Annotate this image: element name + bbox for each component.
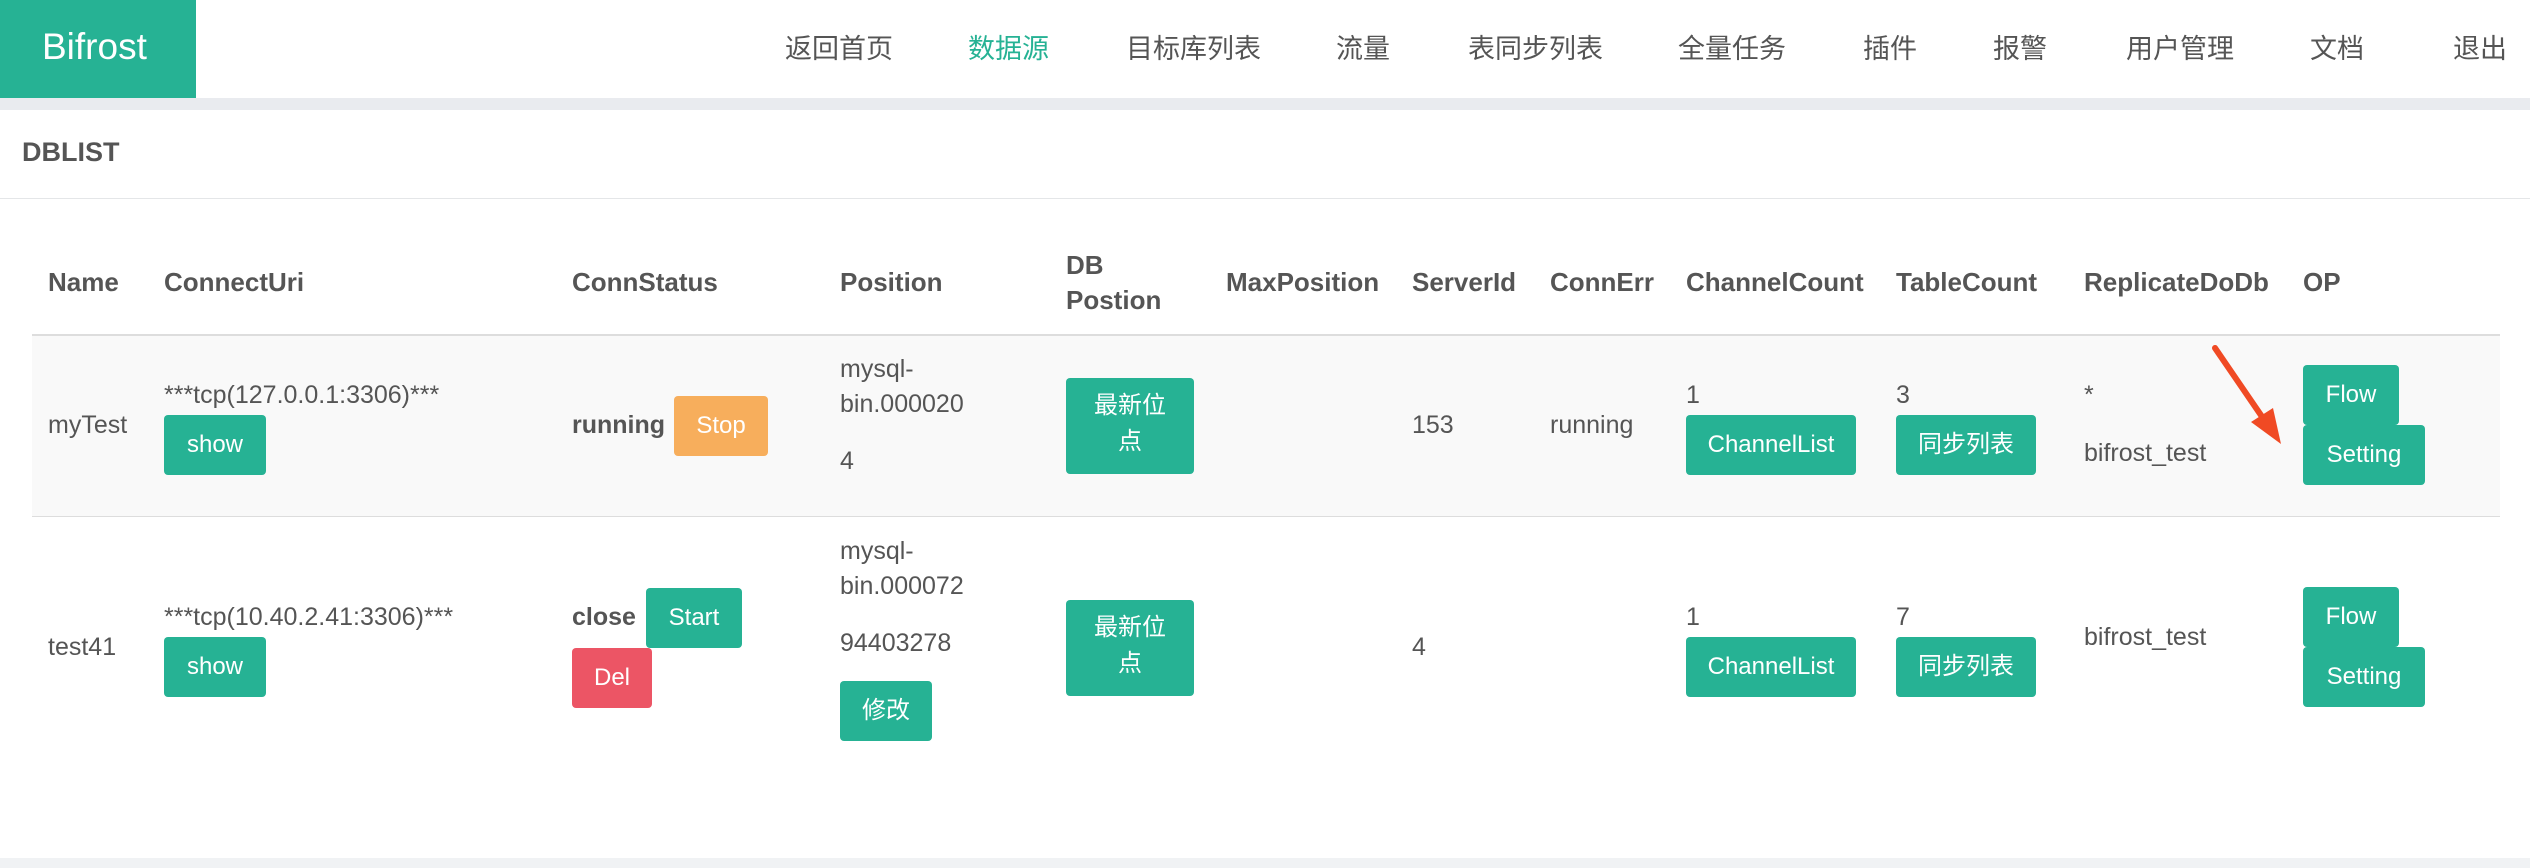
row1-latest-position-label-line1: 最新位 (1094, 392, 1166, 419)
row1-table-count: 3 (1896, 381, 1910, 409)
row1-status-text: running (572, 411, 666, 439)
nav-docs[interactable]: 文档 (2310, 0, 2364, 98)
nav-user-management[interactable]: 用户管理 (2126, 0, 2234, 98)
row2-position-file-line2: bin.000072 (840, 572, 964, 600)
row1-position-offset: 4 (840, 447, 854, 475)
row2-position-file-line1: mysql- (840, 537, 914, 565)
header-db-position-line2: Postion (1066, 285, 1162, 315)
nav-traffic[interactable]: 流量 (1336, 0, 1390, 98)
header-max-position: MaxPosition (1226, 267, 1380, 297)
nav-target-list[interactable]: 目标库列表 (1126, 0, 1261, 98)
row1-stop-button[interactable]: Stop (674, 396, 768, 456)
row2-show-button[interactable]: show (164, 637, 266, 697)
row2-position-offset: 94403278 (840, 629, 952, 657)
header-db-position-line1: DB (1066, 250, 1104, 280)
nav-table-sync-list[interactable]: 表同步列表 (1468, 0, 1603, 98)
header-server-id: ServerId (1412, 267, 1517, 297)
brand-logo[interactable]: Bifrost (0, 0, 196, 98)
header-position: Position (840, 267, 943, 297)
header-table-count: TableCount (1896, 267, 2038, 297)
nav-home[interactable]: 返回首页 (785, 0, 893, 98)
header-conn-status: ConnStatus (572, 267, 718, 297)
header-conn-err: ConnErr (1550, 267, 1654, 297)
nav-alarms[interactable]: 报警 (1993, 0, 2047, 98)
row2-connect-uri: ***tcp(10.40.2.41:3306)*** (164, 603, 454, 631)
row-divider (32, 516, 2500, 517)
row1-channel-list-button[interactable]: ChannelList (1686, 415, 1856, 475)
header-connect-uri: ConnectUri (164, 267, 305, 297)
row1-position-file-line2: bin.000020 (840, 390, 964, 418)
row2-status-text: close (572, 603, 636, 631)
nav-plugins[interactable]: 插件 (1863, 0, 1917, 98)
row1-server-id: 153 (1412, 411, 1454, 439)
row1-position-file-line1: mysql- (840, 355, 914, 383)
row2-table-count: 7 (1896, 603, 1910, 631)
header-op: OP (2303, 267, 2341, 297)
row1-latest-position-label-line2: 点 (1118, 428, 1142, 455)
page-bottom-shade (0, 858, 2530, 868)
nav-datasource[interactable]: 数据源 (968, 0, 1049, 98)
row1-replicate-wildcard: * (2084, 381, 2094, 409)
row1-conn-err: running (1550, 411, 1634, 439)
row2-latest-position-label-line1: 最新位 (1094, 614, 1166, 641)
nav-shadow (0, 98, 2530, 110)
row2-channel-list-button[interactable]: ChannelList (1686, 637, 1856, 697)
row2-setting-button[interactable]: Setting (2303, 647, 2425, 707)
row1-channel-count: 1 (1686, 381, 1700, 409)
row2-start-button[interactable]: Start (646, 588, 742, 648)
row1-show-button[interactable]: show (164, 415, 266, 475)
top-navbar: Bifrost 返回首页 数据源 目标库列表 流量 表同步列表 全量任务 插件 … (0, 0, 2530, 98)
header-replicate-do-db: ReplicateDoDb (2084, 267, 2269, 297)
header-channel-count: ChannelCount (1686, 267, 1864, 297)
row1-connect-uri: ***tcp(127.0.0.1:3306)*** (164, 381, 440, 409)
row2-replicate-db: bifrost_test (2084, 623, 2207, 651)
row1-flow-button[interactable]: Flow (2303, 365, 2399, 425)
row2-flow-button[interactable]: Flow (2303, 587, 2399, 647)
row1-sync-list-button[interactable]: 同步列表 (1896, 415, 2036, 475)
panel-divider (0, 198, 2530, 199)
row2-delete-button[interactable]: Del (572, 648, 652, 708)
row1-setting-button[interactable]: Setting (2303, 425, 2425, 485)
annotation-arrow-icon (2212, 345, 2281, 444)
panel-title: DBLIST (22, 137, 120, 167)
nav-full-tasks[interactable]: 全量任务 (1678, 0, 1786, 98)
row1-replicate-db: bifrost_test (2084, 439, 2207, 467)
row1-name: myTest (48, 411, 128, 439)
row2-channel-count: 1 (1686, 603, 1700, 631)
row1-latest-position-button[interactable]: 最新位 点 (1066, 378, 1194, 474)
row2-name: test41 (48, 633, 117, 661)
row2-sync-list-button[interactable]: 同步列表 (1896, 637, 2036, 697)
row2-latest-position-button[interactable]: 最新位 点 (1066, 600, 1194, 696)
header-name: Name (48, 267, 119, 297)
row2-modify-button[interactable]: 修改 (840, 681, 932, 741)
table-row (32, 336, 2500, 516)
nav-logout[interactable]: 退出 (2453, 0, 2507, 98)
row2-latest-position-label-line2: 点 (1118, 650, 1142, 677)
row2-server-id: 4 (1412, 633, 1426, 661)
